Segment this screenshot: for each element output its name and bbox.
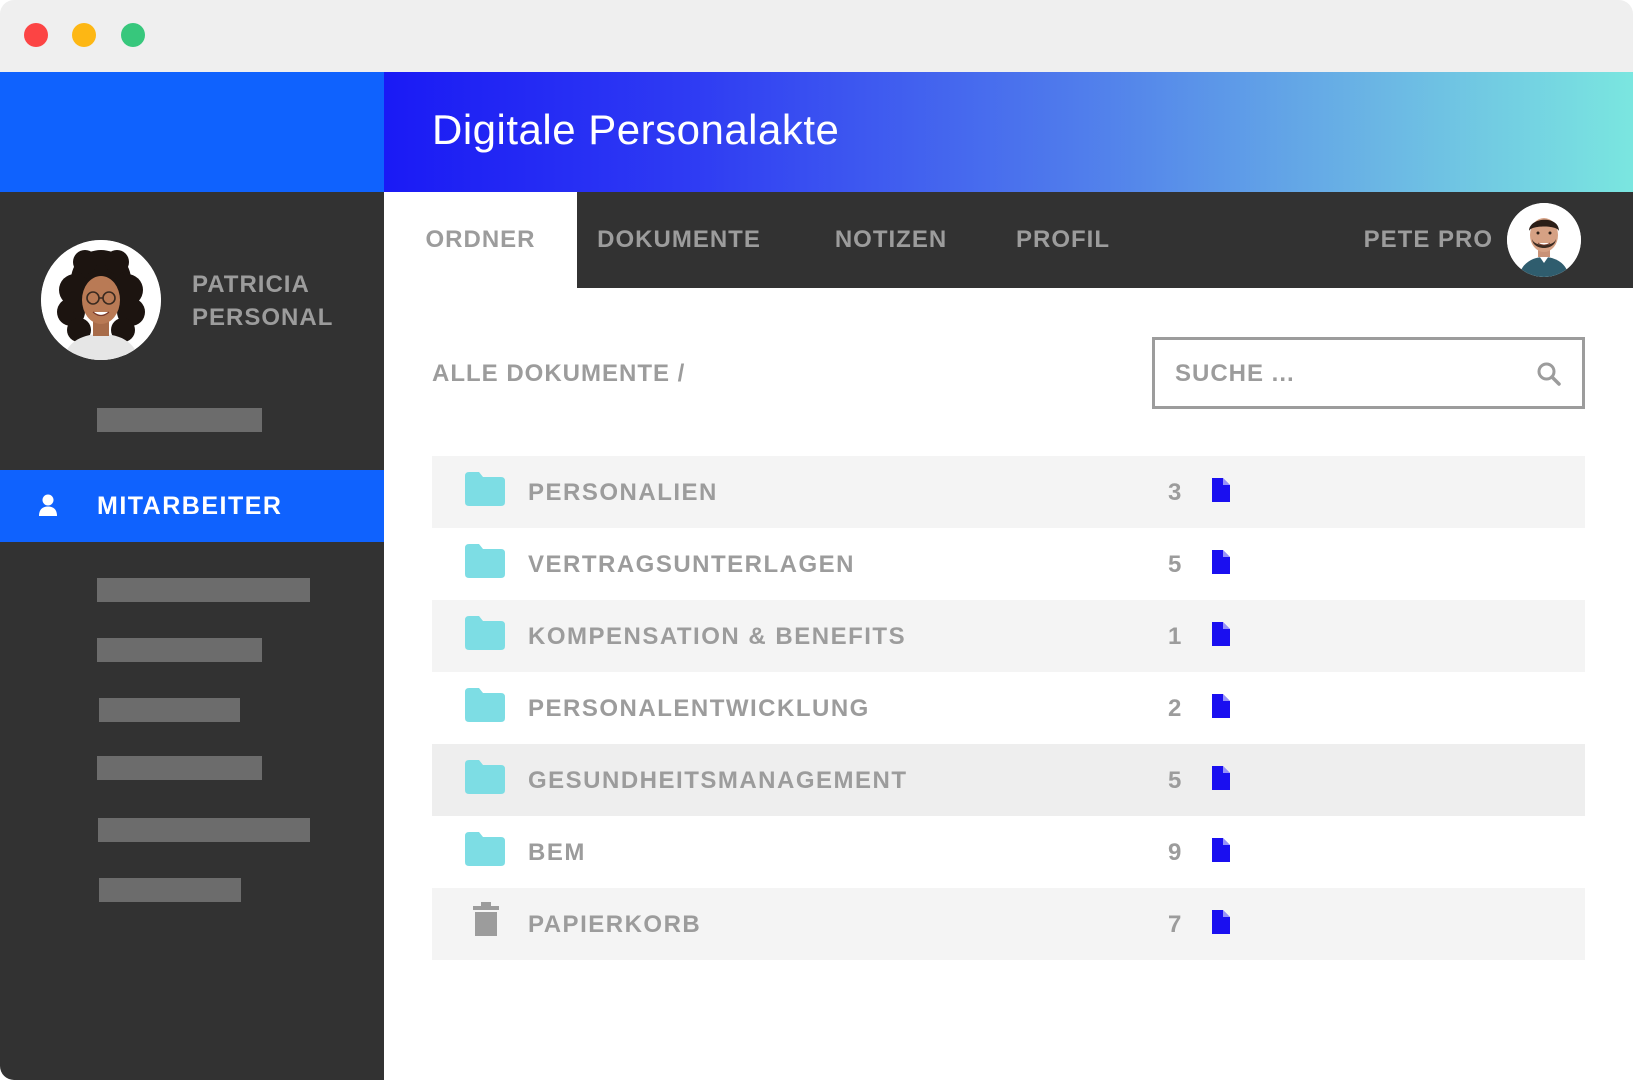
document-count: 5 xyxy=(1168,551,1182,578)
minimize-window-button[interactable] xyxy=(72,23,96,47)
close-window-button[interactable] xyxy=(24,23,48,47)
tab-profil[interactable]: PROFIL xyxy=(1013,192,1113,288)
document-icon xyxy=(1212,478,1230,502)
page-title: Digitale Personalakte xyxy=(432,106,840,153)
nav-placeholder[interactable] xyxy=(97,578,310,602)
folder-row-bem[interactable]: BEM 9 xyxy=(432,816,1585,888)
sidebar: PATRICIA PERSONAL MITARBEITER xyxy=(0,72,384,1080)
document-count: 5 xyxy=(1168,767,1182,794)
folder-name: GESUNDHEITSMANAGEMENT xyxy=(528,767,908,794)
folder-icon xyxy=(465,760,505,794)
folder-name: BEM xyxy=(528,839,586,866)
tab-dokumente[interactable]: DOKUMENTE xyxy=(589,192,769,288)
folder-list: PERSONALIEN 3 VERTRAGSUNTERLAGEN 5 KOMPE… xyxy=(432,456,1585,960)
nav-placeholder[interactable] xyxy=(97,408,262,432)
nav-placeholder[interactable] xyxy=(98,818,310,842)
document-icon xyxy=(1212,910,1230,934)
app-header: Digitale Personalakte xyxy=(384,72,1633,192)
document-icon xyxy=(1212,694,1230,718)
pete-avatar[interactable] xyxy=(1507,203,1581,277)
folder-name: PERSONALENTWICKLUNG xyxy=(528,695,870,722)
app-window: PATRICIA PERSONAL MITARBEITER Digitale P… xyxy=(0,0,1633,1080)
tab-notizen[interactable]: NOTIZEN xyxy=(827,192,955,288)
search-box[interactable] xyxy=(1152,337,1585,409)
document-count: 3 xyxy=(1168,479,1182,506)
nav-placeholder[interactable] xyxy=(97,756,262,780)
nav-placeholder[interactable] xyxy=(99,878,241,902)
folder-row-personalien[interactable]: PERSONALIEN 3 xyxy=(432,456,1585,528)
folder-icon xyxy=(465,616,505,650)
folder-name: PERSONALIEN xyxy=(528,479,718,506)
trash-icon xyxy=(473,902,499,936)
folder-name: KOMPENSATION & BENEFITS xyxy=(528,623,907,650)
folder-row-papierkorb[interactable]: PAPIERKORB 7 xyxy=(432,888,1585,960)
document-icon xyxy=(1212,550,1230,574)
nav-placeholder[interactable] xyxy=(97,638,262,662)
document-icon xyxy=(1212,838,1230,862)
folder-name: PAPIERKORB xyxy=(528,911,702,938)
document-icon xyxy=(1212,766,1230,790)
person-icon xyxy=(39,494,57,516)
user-first-name: PATRICIA xyxy=(192,271,310,298)
sidebar-item-label: MITARBEITER xyxy=(97,492,283,520)
folder-icon xyxy=(465,832,505,866)
user-last-name: PERSONAL xyxy=(192,304,334,331)
document-count: 1 xyxy=(1168,623,1182,650)
nav-placeholder[interactable] xyxy=(99,698,240,722)
tab-bar: ORDNER DOKUMENTE NOTIZEN PROFIL PETE PRO xyxy=(384,192,1633,288)
breadcrumb[interactable]: ALLE DOKUMENTE / xyxy=(432,360,685,388)
sidebar-item-mitarbeiter[interactable]: MITARBEITER xyxy=(0,470,384,542)
document-icon xyxy=(1212,622,1230,646)
folder-icon xyxy=(465,472,505,506)
folder-icon xyxy=(465,688,505,722)
document-count: 2 xyxy=(1168,695,1182,722)
maximize-window-button[interactable] xyxy=(121,23,145,47)
title-bar xyxy=(0,0,1633,72)
folder-row-gesundheitsmanagement[interactable]: GESUNDHEITSMANAGEMENT 5 xyxy=(432,744,1585,816)
document-count: 7 xyxy=(1168,911,1182,938)
sidebar-brand-area xyxy=(0,72,384,192)
folder-row-kompensation-benefits[interactable]: KOMPENSATION & BENEFITS 1 xyxy=(432,600,1585,672)
search-input[interactable] xyxy=(1175,354,1515,394)
current-user-name[interactable]: PETE PRO xyxy=(1364,192,1493,288)
search-icon[interactable] xyxy=(1536,361,1562,387)
folder-row-vertragsunterlagen[interactable]: VERTRAGSUNTERLAGEN 5 xyxy=(432,528,1585,600)
folder-name: VERTRAGSUNTERLAGEN xyxy=(528,551,856,578)
folder-icon xyxy=(465,544,505,578)
sidebar-user-name: PATRICIA PERSONAL xyxy=(192,268,372,334)
tab-ordner[interactable]: ORDNER xyxy=(384,192,577,288)
patricia-avatar[interactable] xyxy=(41,240,161,360)
document-count: 9 xyxy=(1168,839,1182,866)
folder-row-personalentwicklung[interactable]: PERSONALENTWICKLUNG 2 xyxy=(432,672,1585,744)
